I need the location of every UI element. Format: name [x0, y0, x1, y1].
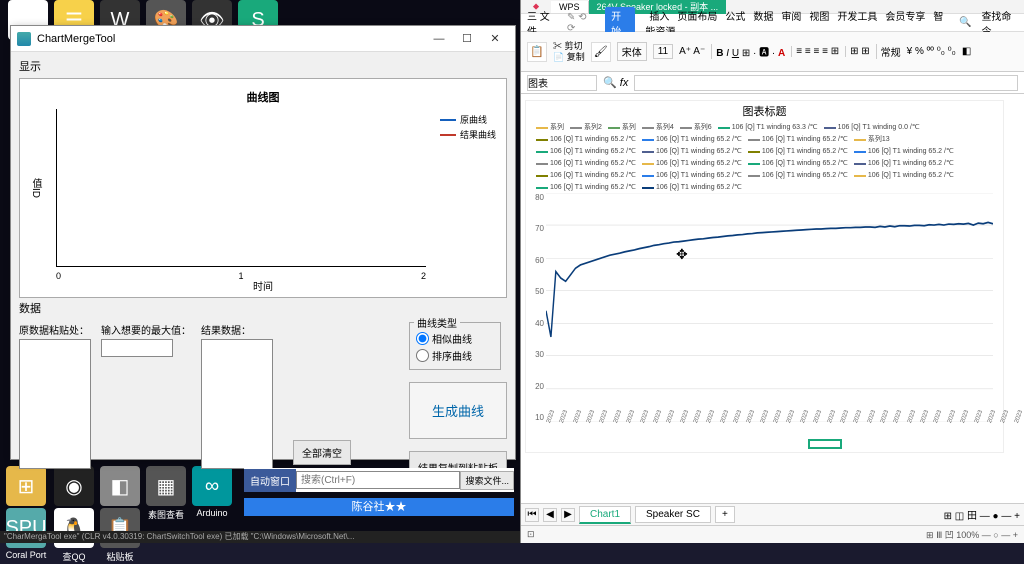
result-label: 结果数据： — [201, 322, 273, 337]
cell-ref-input[interactable] — [527, 75, 597, 91]
menu-item[interactable]: 插入 — [649, 12, 669, 23]
menu-item[interactable]: 页面布局 — [677, 12, 717, 23]
vs-output-bar: "CharMergaTool exe" (CLR v4.0.30319: Cha… — [0, 531, 520, 543]
app-icon — [17, 32, 31, 46]
wps-status-bar: ⊡ ⊞ Ⅲ 凹 100% — ○ — + — [521, 525, 1024, 543]
legend-1: 原曲线 — [460, 113, 487, 126]
sheet-nav-next[interactable]: ▶ — [561, 508, 575, 522]
wps-ribbon: 📋 ✂ 剪切 📄 复制 🖌 宋体 11 A⁺ A⁻ B I U ⊞ · 🅰 · … — [521, 32, 1024, 72]
app-title: ChartMergeTool — [37, 33, 115, 45]
max-input[interactable] — [101, 339, 173, 357]
desktop: ✎☰W🎨👁S⊞◉Steam◧RPCMV▦素图查看∞ArduinoSPUCoral… — [0, 0, 1024, 543]
search-label: 自动窗口 — [244, 469, 296, 492]
wps-window: ⬥ WPS 264V Speaker locked - 副本 ... 三 文件 … — [520, 0, 1024, 543]
menu-item[interactable]: 审阅 — [781, 12, 801, 23]
sheet-tabs: ⏮ ◀ ▶ Chart1 Speaker SC + ⊞ ◫ 田 — ● — + — [521, 503, 1024, 525]
formula-bar: 🔍 fx — [521, 72, 1024, 94]
chartmergetool-window: ChartMergeTool — ☐ ✕ 显示 曲线图 原曲线 结果曲线 值ID… — [10, 25, 516, 460]
search-file-button[interactable]: 搜索文件... — [460, 471, 514, 490]
wps-plot — [546, 193, 993, 422]
menu-item[interactable]: 开发工具 — [837, 12, 877, 23]
wps-yticks: 8070605040302010 — [528, 193, 544, 422]
video-author-bar: 陈谷社★★ — [244, 498, 514, 516]
curve-type-label: 曲线类型 — [414, 315, 460, 330]
sheet-nav-first[interactable]: ⏮ — [525, 508, 539, 522]
font-select[interactable]: 宋体 — [617, 42, 647, 61]
chart-canvas — [56, 109, 426, 267]
radio-similar[interactable] — [416, 332, 429, 345]
data-section-label: 数据 — [19, 300, 507, 316]
ylabel: 值ID — [28, 178, 43, 198]
search-toolbar: 自动窗口 搜索文件... — [244, 468, 514, 492]
src-label: 原数据粘贴处： — [19, 322, 91, 337]
result-textarea[interactable] — [201, 339, 273, 469]
legend-2: 结果曲线 — [460, 128, 496, 141]
resize-handle[interactable] — [808, 439, 842, 449]
menu-item[interactable]: 数据 — [753, 12, 773, 23]
formula-input[interactable] — [634, 75, 1018, 91]
menu-item[interactable]: 公式 — [725, 12, 745, 23]
wps-xticks: 2023202320232023202320232023202320232023… — [546, 422, 993, 440]
sheet-nav-prev[interactable]: ◀ — [543, 508, 557, 522]
sheet-tab-speaker[interactable]: Speaker SC — [635, 506, 711, 523]
titlebar[interactable]: ChartMergeTool — ☐ ✕ — [11, 26, 515, 52]
xlabel: 时间 — [253, 278, 273, 293]
src-textarea[interactable] — [19, 339, 91, 469]
wps-chart-legend: 系列系列2系列系列4系列6106 [Q] T1 winding 63.3 /℃1… — [526, 121, 1003, 195]
chart-legend: 原曲线 结果曲线 — [440, 113, 496, 143]
wps-chart-title: 图表标题 — [526, 101, 1003, 121]
paste-icon[interactable]: 📋 — [527, 42, 547, 62]
maximize-button[interactable]: ☐ — [453, 29, 481, 49]
xticks: 0 1 2 — [56, 271, 426, 281]
wps-menu: 三 文件 ✎ ⟲ ⟳ 开始 插入页面布局公式数据审阅视图开发工具会员专享智能资源… — [521, 14, 1024, 32]
clear-button[interactable]: 全部清空 — [293, 440, 351, 465]
size-select[interactable]: 11 — [653, 44, 673, 59]
minimize-button[interactable]: — — [425, 29, 453, 49]
chart-title: 曲线图 — [28, 89, 498, 105]
menu-item[interactable]: 会员专享 — [885, 12, 925, 23]
view-controls[interactable]: ⊞ ◫ 田 — ● — + — [944, 507, 1020, 522]
sheet-tab-chart1[interactable]: Chart1 — [579, 506, 631, 524]
sheet-add-button[interactable]: + — [715, 506, 735, 523]
curve-type-group: 曲线类型 相似曲线 排序曲线 — [409, 322, 501, 370]
max-label: 输入想要的最大值： — [101, 322, 191, 337]
display-section-label: 显示 — [19, 58, 507, 74]
generate-button[interactable]: 生成曲线 — [409, 382, 507, 439]
close-button[interactable]: ✕ — [481, 29, 509, 49]
format-painter-icon[interactable]: 🖌 — [591, 42, 611, 62]
radio-sort[interactable] — [416, 349, 429, 362]
menu-item[interactable]: 视图 — [809, 12, 829, 23]
chart-box: 曲线图 原曲线 结果曲线 值ID 0 1 2 时间 — [19, 78, 507, 298]
search-input[interactable] — [296, 471, 460, 489]
wps-chart-area[interactable]: 图表标题 系列系列2系列系列4系列6106 [Q] T1 winding 63.… — [521, 94, 1024, 503]
